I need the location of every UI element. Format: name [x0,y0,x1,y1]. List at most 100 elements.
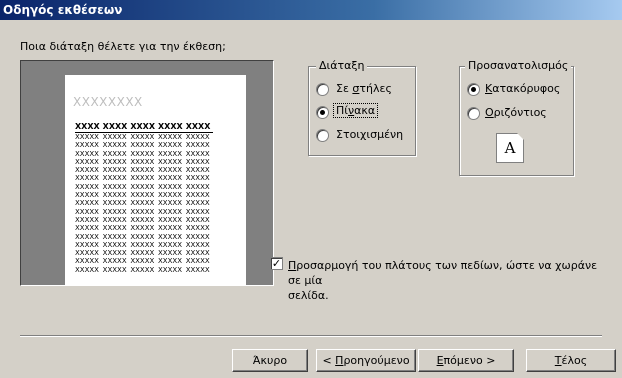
fit-fields-checkbox[interactable]: ✓ [270,257,283,270]
preview-cell: XXXXX [185,249,210,258]
preview-cell: XXXXX [75,257,99,266]
preview-cell: XXXXX [75,265,99,274]
next-button[interactable]: Επόμενο > [418,349,514,372]
preview-row: XXXXX XXXXX XXXXX XXXXX XXXXX [75,208,213,216]
portrait-page-icon: A [496,133,524,163]
preview-row: XXXXX XXXXX XXXXX XXXXX XXXXX [75,224,213,232]
orientation-landscape-label[interactable]: Οριζόντιος [485,106,547,119]
preview-title: XXXXXXXX [73,95,143,109]
fit-fields-label-line1: Προσαρμογή του πλάτους των πεδίων, ώστε … [288,259,598,287]
preview-cell: XXXXX [102,141,127,150]
preview-cell: XXXXX [102,157,127,166]
preview-cell: XXXXX [130,141,155,150]
preview-cell: XXXXX [75,240,99,249]
cancel-button[interactable]: Άκυρο [232,349,308,372]
preview-cell: XXXXX [102,240,127,249]
preview-header-cell: XXXX [102,122,131,133]
preview-cell: XXXXX [75,191,99,200]
preview-cell: XXXXX [130,207,155,216]
preview-cell: XXXXX [158,240,182,249]
preview-cell: XXXXX [102,224,127,233]
orientation-portrait-radio[interactable] [467,83,480,96]
preview-row: XXXXX XXXXX XXXXX XXXXX XXXXX [75,166,213,174]
preview-cell: XXXXX [158,199,182,208]
preview-header-cell: XXXX [130,122,159,133]
preview-cell: XXXXX [185,133,210,141]
layout-tabular-label[interactable]: Πίνακα [332,103,379,118]
preview-table: XXXX XXXX XXXX XXXX XXXX XXXXX XXXXX XXXXX XXXX… [75,122,214,274]
preview-cell: XXXXX [75,149,99,158]
preview-cell: XXXXX [158,249,182,258]
preview-cell: XXXXX [102,199,127,208]
preview-cell: XXXXX [102,191,127,200]
layout-columnar-radio[interactable] [316,83,329,96]
orientation-landscape-radio[interactable] [467,107,480,120]
preview-cell: XXXXX [130,232,155,241]
preview-cell: XXXXX [185,232,210,241]
preview-cell: XXXXX [158,174,182,183]
preview-cell: XXXXX [130,249,155,258]
back-button[interactable]: < Προηγούμενο [316,349,416,372]
layout-tabular-radio[interactable] [316,106,329,119]
preview-row: XXXXX XXXXX XXXXX XXXXX XXXXX [75,199,213,207]
preview-cell: XXXXX [130,133,155,141]
preview-header-cell: XXXX [185,122,214,133]
preview-row: XXXXX XXXXX XXXXX XXXXX XXXXX [75,183,213,191]
preview-cell: XXXXX [158,257,182,266]
preview-cell: XXXXX [102,182,127,191]
preview-cell: XXXXX [185,149,210,158]
preview-cell: XXXXX [185,174,210,183]
preview-row: XXXXX XXXXX XXXXX XXXXX XXXXX [75,233,213,241]
layout-columnar-label[interactable]: Σε στήλες [336,82,392,95]
layout-justified-label[interactable]: Στοιχισμένη [336,128,403,141]
preview-cell: XXXXX [185,240,210,249]
preview-cell: XXXXX [75,232,99,241]
layout-group-title: Διάταξη [316,59,368,72]
preview-cell: XXXXX [130,174,155,183]
preview-cell: XXXXX [185,191,210,200]
preview-cell: XXXXX [158,141,182,150]
preview-cell: XXXXX [185,265,210,274]
preview-cell: XXXXX [158,157,182,166]
preview-cell: XXXXX [130,157,155,166]
finish-button[interactable]: Τέλος [526,349,616,372]
preview-cell: XXXXX [158,133,182,141]
preview-cell: XXXXX [130,224,155,233]
preview-cell: XXXXX [158,265,182,274]
preview-cell: XXXXX [130,199,155,208]
preview-cell: XXXXX [158,215,182,224]
preview-cell: XXXXX [130,257,155,266]
preview-page: XXXXXXXX XXXX XXXX XXXX XXXX XXXX XXXXX XXXXX… [65,75,246,285]
preview-cell: XXXXX [75,141,99,150]
preview-row: XXXXX XXXXX XXXXX XXXXX XXXXX [75,249,213,257]
preview-cell: XXXXX [158,149,182,158]
preview-cell: XXXXX [130,191,155,200]
preview-row: XXXXX XXXXX XXXXX XXXXX XXXXX [75,174,213,182]
preview-cell: XXXXX [130,149,155,158]
preview-row: XXXXX XXXXX XXXXX XXXXX XXXXX [75,133,213,142]
preview-row: XXXXX XXXXX XXXXX XXXXX XXXXX [75,266,213,274]
preview-cell: XXXXX [185,224,210,233]
preview-cell: XXXXX [102,149,127,158]
preview-cell: XXXXX [158,207,182,216]
preview-cell: XXXXX [102,257,127,266]
preview-cell: XXXXX [158,191,182,200]
preview-cell: XXXXX [75,199,99,208]
preview-cell: XXXXX [75,215,99,224]
preview-cell: XXXXX [185,166,210,175]
preview-cell: XXXXX [75,182,99,191]
preview-cell: XXXXX [158,166,182,175]
preview-cell: XXXXX [130,265,155,274]
orientation-portrait-label[interactable]: Κατακόρυφος [485,82,560,95]
preview-cell: XXXXX [130,166,155,175]
preview-row: XXXXX XXXXX XXXXX XXXXX XXXXX [75,150,213,158]
preview-cell: XXXXX [102,215,127,224]
preview-cell: XXXXX [75,133,99,141]
preview-header-cell: XXXX [158,122,186,133]
layout-justified-radio[interactable] [316,129,329,142]
fit-fields-label[interactable]: Προσαρμογή του πλάτους των πεδίων, ώστε … [288,258,608,303]
preview-cell: XXXXX [102,133,127,141]
preview-cell: XXXXX [185,257,210,266]
preview-row: XXXXX XXXXX XXXXX XXXXX XXXXX [75,158,213,166]
preview-cell: XXXXX [75,174,99,183]
